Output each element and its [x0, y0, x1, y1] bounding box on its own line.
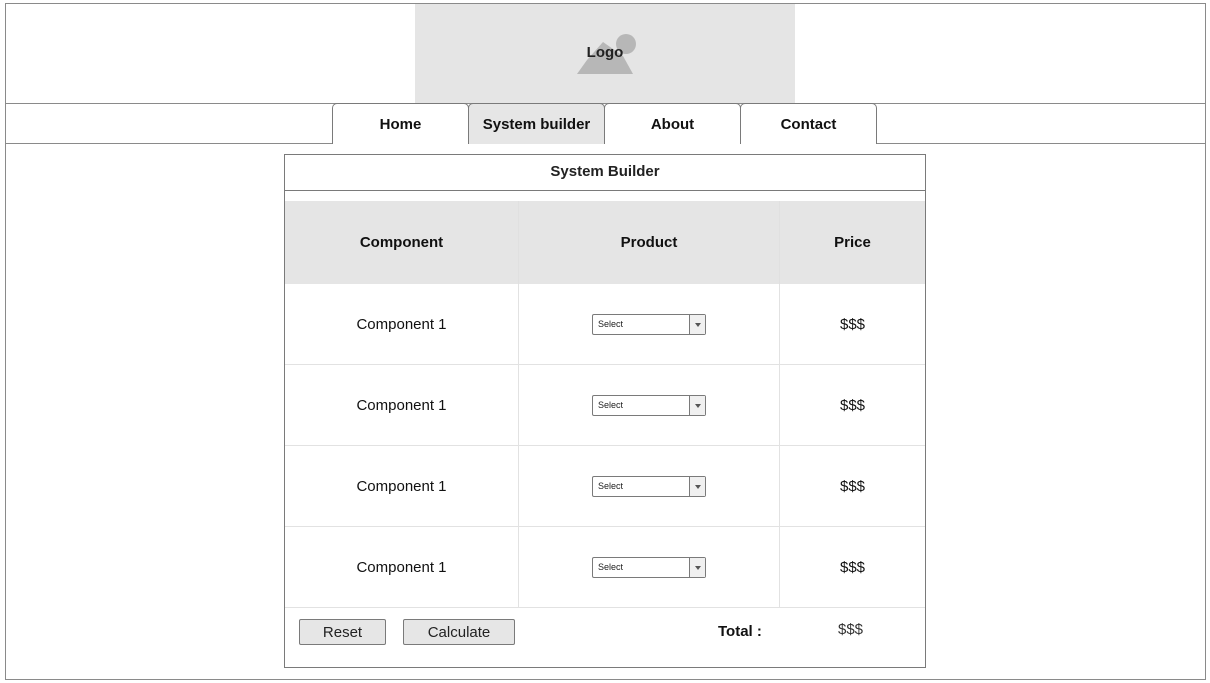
chevron-down-icon[interactable] — [689, 476, 705, 496]
component-name: Component 1 — [285, 527, 519, 607]
component-name: Component 1 — [285, 446, 519, 526]
total-value: $$$ — [838, 621, 864, 638]
logo-label: Logo — [586, 44, 624, 61]
reset-button[interactable]: Reset — [299, 619, 386, 645]
table-row: Component 1 Select $$$ — [285, 446, 925, 527]
builder-table: Component Product Price Component 1 Sele… — [285, 201, 925, 608]
column-header-price: Price — [834, 234, 871, 251]
product-select-value: Select — [598, 318, 624, 329]
nav-tab-about[interactable]: About — [604, 103, 741, 144]
table-row: Component 1 Select $$$ — [285, 365, 925, 446]
chevron-down-icon[interactable] — [689, 557, 705, 577]
chevron-down-icon[interactable] — [689, 395, 705, 415]
column-header-product: Product — [519, 201, 780, 284]
panel-title: System Builder — [285, 155, 925, 191]
table-row: Component 1 Select $$$ — [285, 527, 925, 608]
product-select[interactable]: Select — [592, 394, 706, 416]
product-select[interactable]: Select — [592, 556, 706, 578]
calculate-button[interactable]: Calculate — [403, 619, 515, 645]
product-select-value: Select — [598, 480, 624, 491]
product-select-value: Select — [598, 399, 624, 410]
price-value: $$$ — [839, 396, 866, 414]
total-label: Total : — [718, 623, 762, 640]
price-value: $$$ — [839, 477, 866, 495]
nav-tab-contact[interactable]: Contact — [740, 103, 877, 144]
price-value: $$$ — [839, 315, 866, 333]
product-select[interactable]: Select — [592, 475, 706, 497]
main-nav: Home System builder About Contact — [5, 103, 1206, 144]
component-name: Component 1 — [285, 284, 519, 364]
nav-tab-home[interactable]: Home — [332, 103, 469, 144]
builder-footer: Reset Calculate Total : $$$ — [285, 609, 925, 667]
column-header-component: Component — [285, 201, 519, 284]
price-value: $$$ — [839, 558, 866, 576]
table-header-row: Component Product Price — [285, 201, 925, 284]
product-select-value: Select — [598, 561, 624, 572]
product-select[interactable]: Select — [592, 313, 706, 335]
table-row: Component 1 Select $$$ — [285, 284, 925, 365]
nav-tab-system-builder[interactable]: System builder — [468, 103, 605, 144]
logo[interactable]: Logo — [415, 4, 795, 103]
site-header: Logo — [5, 3, 1206, 104]
system-builder-panel: System Builder Component Product Price C… — [284, 154, 926, 668]
chevron-down-icon[interactable] — [689, 314, 705, 334]
component-name: Component 1 — [285, 365, 519, 445]
